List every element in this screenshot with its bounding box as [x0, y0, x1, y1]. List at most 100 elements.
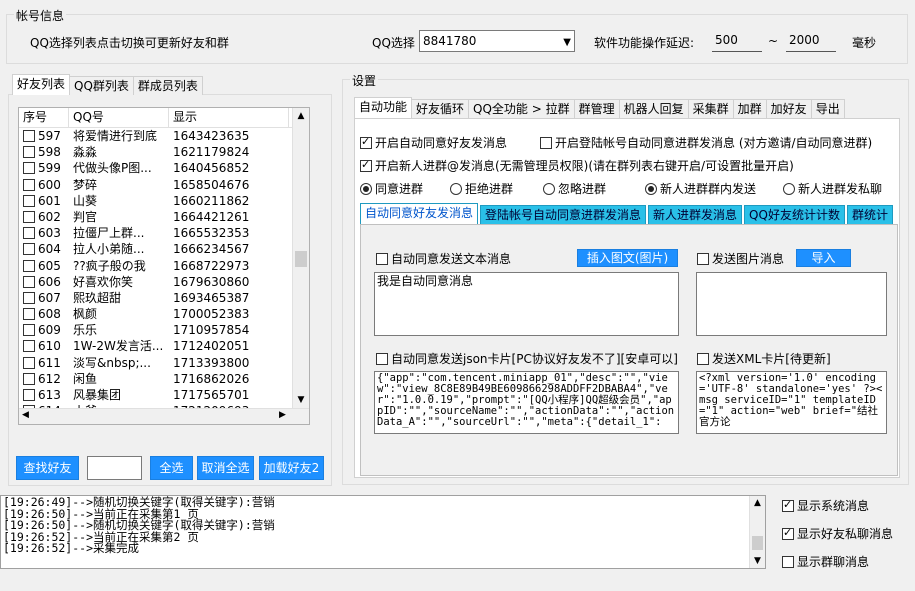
login-group-checkbox[interactable]: 开启登陆帐号自动同意进群发消息 (对方邀请/自动同意进群)	[540, 134, 872, 151]
auto-friend-checkbox[interactable]: 开启自动同意好友发消息	[360, 134, 507, 151]
table-row[interactable]: 612 闲鱼 1716862026	[19, 371, 309, 387]
log-vscrollbar[interactable]: ▲ ▼	[749, 496, 765, 568]
load-friends-button[interactable]: 加载好友2	[259, 456, 324, 480]
scroll-thumb[interactable]	[295, 251, 307, 267]
tab-member-list[interactable]: 群成员列表	[132, 76, 203, 95]
tab-group-manage[interactable]: 群管理	[573, 99, 620, 118]
select-all-button[interactable]: 全选	[150, 456, 193, 480]
row-checkbox[interactable]	[23, 162, 35, 175]
table-row[interactable]: 613 风暴集团 1717565701	[19, 387, 309, 403]
table-row[interactable]: 608 枫颜 1700052383	[19, 306, 309, 322]
table-row[interactable]: 607 熙玖超甜 1693465387	[19, 290, 309, 306]
table-row[interactable]: 606 好喜欢你笑 1679630860	[19, 274, 309, 290]
tab-add-friend[interactable]: 加好友	[765, 99, 812, 118]
table-row[interactable]: 604 拉人小弟随... 1666234567	[19, 241, 309, 257]
show-system-checkbox[interactable]: 显示系统消息	[782, 497, 869, 514]
text-msg-textarea[interactable]: 我是自动同意消息	[374, 272, 679, 336]
delay-max-input[interactable]: 2000	[786, 30, 836, 52]
row-qq: 拉僵尸上群...	[73, 226, 145, 241]
image-msg-box[interactable]	[696, 272, 887, 336]
deselect-all-button[interactable]: 取消全选	[197, 456, 254, 480]
table-row[interactable]: 611 淡写&nbsp;... 1713393800	[19, 355, 309, 371]
tab-robot-reply[interactable]: 机器人回复	[618, 99, 689, 118]
radio-new-in-group[interactable]: 新人进群群内发送	[645, 180, 756, 197]
table-row[interactable]: 605 ??疯子般の我 1668722973	[19, 258, 309, 274]
tab-friend-list[interactable]: 好友列表	[12, 74, 71, 95]
scroll-down-icon[interactable]: ▼	[293, 392, 309, 408]
row-checkbox[interactable]	[23, 194, 35, 207]
scroll-right-icon[interactable]: ▶	[279, 410, 286, 420]
tab-export[interactable]: 导出	[810, 99, 845, 118]
table-row[interactable]: 609 乐乐 1710957854	[19, 322, 309, 338]
subtab-auto-friend-msg[interactable]: 自动同意好友发消息	[360, 203, 479, 225]
checkbox-box	[376, 353, 388, 365]
json-card-textarea[interactable]: {"app":"com.tencent.miniapp_01","desc":"…	[374, 371, 679, 434]
table-row[interactable]: 610 1W-2W发言活... 1712402051	[19, 338, 309, 354]
table-row[interactable]: 600 梦碎 1658504676	[19, 177, 309, 193]
scroll-thumb[interactable]	[752, 536, 763, 550]
header-show[interactable]: 显示	[169, 108, 289, 127]
qq-select-dropdown[interactable]: 8841780 ▼	[419, 30, 575, 52]
row-checkbox[interactable]	[23, 389, 35, 401]
search-friend-button[interactable]: 查找好友	[16, 456, 79, 480]
row-checkbox[interactable]	[23, 178, 35, 191]
new-member-checkbox[interactable]: 开启新人进群@发消息(无需管理员权限)(请在群列表右键开启/可设置批量开启)	[360, 157, 794, 174]
table-row[interactable]: 597 将爱情进行到底 1643423635	[19, 128, 309, 144]
subtab-group-count[interactable]: 群统计	[846, 205, 893, 225]
row-checkbox[interactable]	[23, 146, 35, 159]
tab-group-list[interactable]: QQ群列表	[69, 76, 134, 95]
row-checkbox[interactable]	[23, 259, 35, 272]
table-row[interactable]: 598 淼淼 1621179824	[19, 144, 309, 160]
row-qq: 乐乐	[73, 323, 98, 338]
radio-agree[interactable]: 同意进群	[360, 180, 423, 197]
delay-min-input[interactable]: 500	[712, 30, 762, 52]
radio-ignore[interactable]: 忽略进群	[543, 180, 606, 197]
show-friend-checkbox[interactable]: 显示好友私聊消息	[782, 525, 893, 542]
scroll-down-icon[interactable]: ▼	[750, 554, 765, 568]
row-checkbox[interactable]	[23, 340, 35, 353]
friend-table-hscrollbar[interactable]: ◀ ▶	[19, 408, 309, 424]
text-msg-checkbox[interactable]: 自动同意发送文本消息	[376, 250, 511, 267]
log-output[interactable]: [19:26:49]-->随机切换关键字(取得关键字):营销 [19:26:50…	[0, 495, 766, 569]
row-checkbox[interactable]	[23, 308, 35, 321]
scroll-left-icon[interactable]: ◀	[22, 410, 29, 420]
subtab-new-member-msg[interactable]: 新人进群发消息	[648, 205, 743, 225]
subtab-login-group-msg[interactable]: 登陆帐号自动同意进群发消息	[480, 205, 647, 225]
scroll-up-icon[interactable]: ▲	[750, 496, 765, 510]
image-msg-checkbox[interactable]: 发送图片消息	[697, 250, 784, 267]
row-checkbox[interactable]	[23, 291, 35, 304]
row-checkbox[interactable]	[23, 210, 35, 223]
row-checkbox[interactable]	[23, 356, 35, 369]
table-row[interactable]: 601 山葵 1660211862	[19, 193, 309, 209]
tab-qq-all[interactable]: QQ全功能 > 拉群	[468, 99, 575, 118]
tab-friend-loop[interactable]: 好友循环	[411, 99, 470, 118]
radio-reject[interactable]: 拒绝进群	[450, 180, 513, 197]
row-checkbox[interactable]	[23, 275, 35, 288]
tab-join-group[interactable]: 加群	[732, 99, 767, 118]
tab-auto[interactable]: 自动功能	[354, 97, 413, 118]
radio-new-private[interactable]: 新人进群发私聊	[783, 180, 882, 197]
subtab-friend-count[interactable]: QQ好友统计计数	[744, 205, 845, 225]
json-card-checkbox[interactable]: 自动同意发送json卡片[PC协议好友发不了][安卓可以]	[376, 350, 678, 367]
chevron-down-icon: ▼	[563, 37, 571, 48]
table-row[interactable]: 599 代做头像P图... 1640456852	[19, 160, 309, 176]
show-group-checkbox[interactable]: 显示群聊消息	[782, 553, 869, 570]
search-friend-input[interactable]	[87, 456, 142, 480]
tab-collect-group[interactable]: 采集群	[687, 99, 734, 118]
row-checkbox[interactable]	[23, 372, 35, 385]
header-no[interactable]: 序号	[19, 108, 69, 127]
row-checkbox[interactable]	[23, 130, 35, 142]
table-row[interactable]: 602 判官 1664421261	[19, 209, 309, 225]
insert-image-button[interactable]: 插入图文(图片)	[577, 249, 678, 267]
import-button[interactable]: 导入	[796, 249, 851, 267]
xml-card-checkbox[interactable]: 发送XML卡片[待更新]	[697, 350, 831, 367]
header-qq[interactable]: QQ号	[69, 108, 169, 127]
row-checkbox[interactable]	[23, 324, 35, 337]
row-checkbox[interactable]	[23, 227, 35, 240]
row-checkbox[interactable]	[23, 243, 35, 256]
friend-table-vscrollbar[interactable]: ▲ ▼	[292, 108, 309, 408]
friend-table[interactable]: 序号 QQ号 显示 597 将爱情进行到底 1643423635 598 淼淼 16211…	[18, 107, 310, 425]
scroll-up-icon[interactable]: ▲	[293, 108, 309, 124]
table-row[interactable]: 603 拉僵尸上群... 1665532353	[19, 225, 309, 241]
xml-card-textarea[interactable]: <?xml version='1.0' encoding='UTF-8' sta…	[696, 371, 887, 434]
